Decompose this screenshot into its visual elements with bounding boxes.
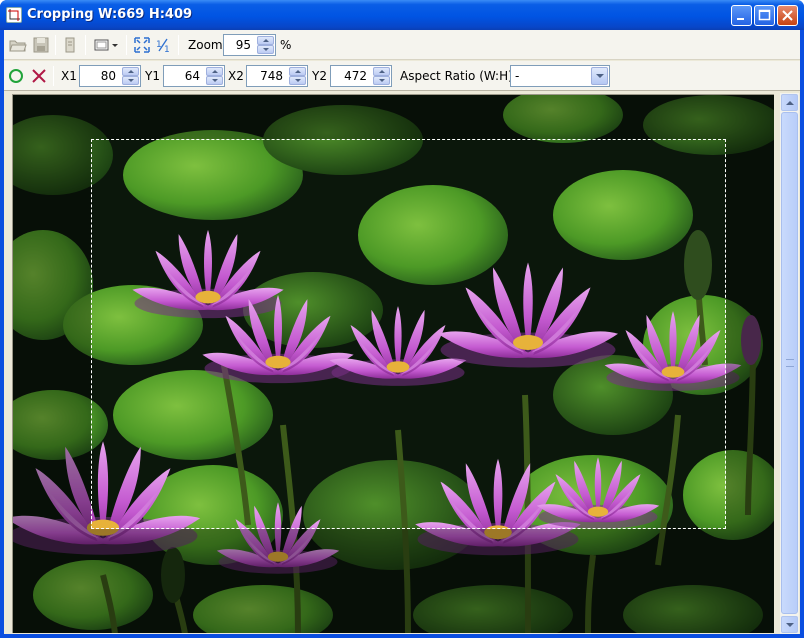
toolbar-separator (85, 35, 86, 55)
zoom-up-arrow-icon[interactable] (257, 36, 274, 45)
maximize-button[interactable] (754, 5, 775, 26)
image-canvas[interactable] (12, 94, 774, 633)
window-title: Cropping W:669 H:409 (27, 7, 193, 22)
toolbar-separator (53, 66, 54, 86)
scroll-grip-icon (786, 359, 794, 367)
zoom-stepper-arrows (257, 36, 274, 54)
toolbar-separator (126, 35, 127, 55)
y2-label: Y2 (312, 69, 327, 83)
crop-selection-rectangle[interactable] (91, 139, 726, 529)
cropping-window: Cropping W:669 H:409 1 1 Zoom 95 % X1 80… (0, 0, 804, 638)
aspect-ratio-label: Aspect Ratio (W:H) (400, 69, 513, 83)
actual-size-icon[interactable]: 11 (153, 35, 173, 55)
x2-stepper[interactable]: 748 (246, 65, 308, 87)
maximize-icon (758, 9, 771, 21)
open-folder-icon[interactable] (8, 35, 28, 55)
cancel-x-icon[interactable] (29, 66, 49, 86)
x1-stepper-arrows (122, 67, 139, 85)
scroll-down-arrow-icon[interactable] (781, 616, 798, 633)
zoom-unit: % (280, 38, 292, 52)
x2-stepper-arrows (289, 67, 306, 85)
x1-down-arrow-icon[interactable] (122, 76, 139, 85)
fit-window-icon[interactable] (132, 35, 152, 55)
y2-stepper-arrows (373, 67, 390, 85)
scroll-up-arrow-icon[interactable] (781, 94, 798, 111)
y1-value[interactable]: 64 (164, 69, 204, 83)
crop-app-icon[interactable] (6, 7, 22, 23)
y1-down-arrow-icon[interactable] (206, 76, 223, 85)
x1-value[interactable]: 80 (80, 69, 120, 83)
save-icon[interactable] (31, 35, 51, 55)
scroll-thumb[interactable] (781, 112, 798, 614)
y1-label: Y1 (145, 69, 160, 83)
x1-stepper[interactable]: 80 (79, 65, 141, 87)
zoom-label: Zoom (188, 38, 223, 52)
main-toolbar: 11 Zoom 95 % (4, 30, 800, 60)
x1-up-arrow-icon[interactable] (122, 67, 139, 76)
copy-icon[interactable] (60, 35, 80, 55)
zoom-value[interactable]: 95 (224, 38, 255, 52)
y1-stepper-arrows (206, 67, 223, 85)
y2-up-arrow-icon[interactable] (373, 67, 390, 76)
title-bar[interactable]: Cropping W:669 H:409 (0, 0, 804, 30)
y1-stepper[interactable]: 64 (163, 65, 225, 87)
close-icon (782, 10, 793, 21)
aspect-ratio-value: - (515, 69, 520, 83)
toolbar-separator (178, 35, 179, 55)
y2-stepper[interactable]: 472 (330, 65, 392, 87)
window-client: 11 Zoom 95 % X1 80 Y1 64 X2 748 Y2 472 A… (4, 30, 800, 634)
crop-shape-dropdown-icon[interactable] (92, 35, 120, 55)
crop-toolbar: X1 80 Y1 64 X2 748 Y2 472 Aspect Ratio (… (4, 61, 800, 91)
minimize-icon (737, 18, 744, 20)
y2-value[interactable]: 472 (331, 69, 371, 83)
x2-label: X2 (228, 69, 244, 83)
x1-label: X1 (61, 69, 77, 83)
chevron-down-icon[interactable] (591, 67, 608, 85)
accept-circle-icon[interactable] (6, 66, 26, 86)
y2-down-arrow-icon[interactable] (373, 76, 390, 85)
y1-up-arrow-icon[interactable] (206, 67, 223, 76)
zoom-down-arrow-icon[interactable] (257, 45, 274, 54)
toolbar-separator (55, 35, 56, 55)
minimize-button[interactable] (731, 5, 752, 26)
vertical-scrollbar[interactable] (780, 93, 799, 634)
svg-text:1: 1 (164, 45, 170, 53)
aspect-ratio-select[interactable]: - (510, 65, 610, 87)
x2-down-arrow-icon[interactable] (289, 76, 306, 85)
zoom-stepper[interactable]: 95 (223, 34, 276, 56)
close-button[interactable] (777, 5, 798, 26)
x2-up-arrow-icon[interactable] (289, 67, 306, 76)
x2-value[interactable]: 748 (247, 69, 287, 83)
